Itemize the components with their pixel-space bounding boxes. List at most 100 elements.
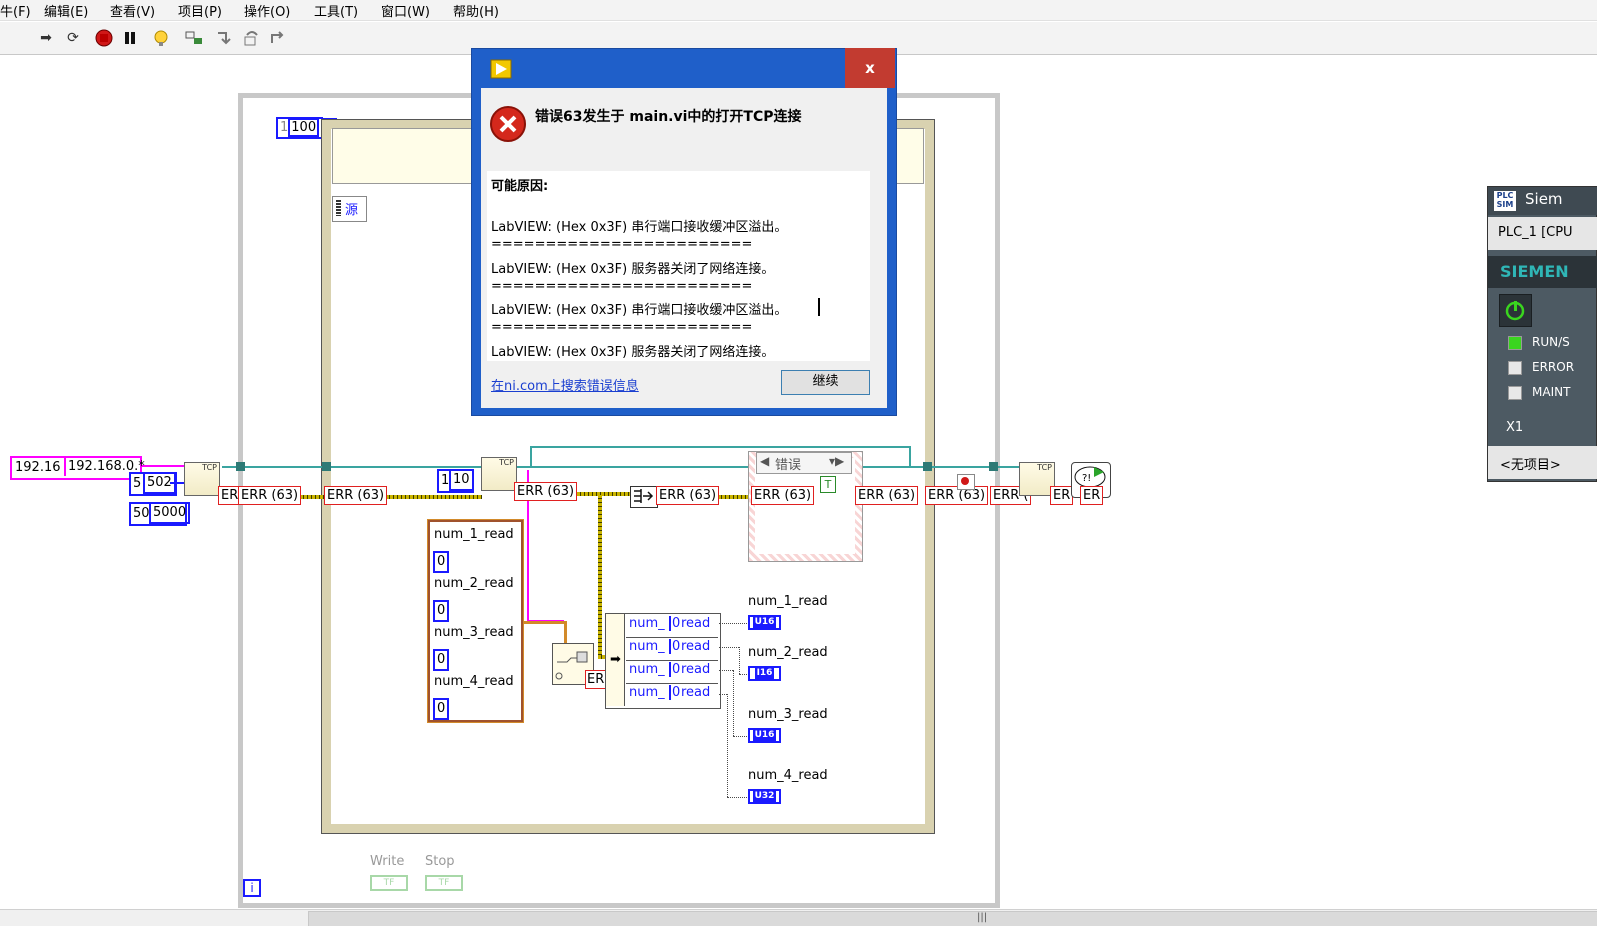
port-constant-5000[interactable]: 50 5000 [129, 502, 191, 526]
unbundle-field[interactable]: num_ 0 read [626, 614, 718, 638]
run-continuously-icon[interactable]: ⟳ [64, 29, 82, 47]
port-wire[interactable] [170, 482, 184, 484]
port-b-left: 50 [133, 506, 150, 521]
case-selector-dropdown-icon[interactable]: ▾▶ [829, 454, 844, 468]
case-selector-decrement-icon[interactable]: ◀ [760, 454, 769, 468]
indicator-num-2-read[interactable]: I16 [748, 666, 781, 681]
cluster-constant[interactable]: num_1_read 0 num_2_read 0 num_3_read 0 n… [427, 519, 524, 723]
case-selector[interactable]: ◀ 错误 ▾▶ [756, 452, 852, 474]
tcp-read-node[interactable]: TCP [481, 457, 517, 491]
numeric-wire[interactable] [733, 670, 734, 736]
pause-icon[interactable] [121, 29, 139, 47]
plcsim-project-bar[interactable]: <无项目> [1488, 446, 1597, 479]
indicator-num-1-read[interactable]: U16 [748, 615, 781, 630]
tunnel [923, 462, 932, 471]
tcp-ref-wire-down[interactable] [909, 446, 911, 466]
menu-operate[interactable]: 操作(O) [244, 1, 290, 20]
menu-file[interactable]: 牛(F) [0, 1, 31, 20]
numeric-wire[interactable] [719, 623, 747, 624]
numeric-wire[interactable] [727, 694, 728, 797]
error-label: ERR (63) [514, 482, 578, 501]
port-a-left: 5 [133, 476, 142, 491]
menu-window[interactable]: 窗口(W) [381, 1, 430, 20]
step-into-icon[interactable] [216, 29, 234, 47]
indicator-label: num_1_read [748, 594, 828, 609]
menu-help[interactable]: 帮助(H) [453, 1, 499, 20]
retain-wire-values-icon[interactable] [185, 29, 203, 47]
led-run-label: RUN/S [1532, 335, 1570, 349]
dialog-close-button[interactable]: x [845, 48, 895, 88]
cluster-field-value[interactable]: 0 [433, 551, 450, 573]
step-over-icon[interactable] [243, 29, 261, 47]
unbundle-field[interactable]: num_ 0 read [626, 660, 718, 684]
run-arrow-icon[interactable]: ➡ [37, 29, 55, 47]
source-terminal[interactable]: 源 [332, 196, 367, 222]
unbundle-by-name-node[interactable]: ➡ num_ 0 read num_ 0 read num_ 0 read num_ 0 rea… [605, 613, 721, 709]
tcp-ref-wire-riser[interactable] [530, 446, 532, 466]
cluster-wire[interactable] [522, 621, 566, 624]
source-label: 源 [345, 203, 359, 218]
scrollbar-thumb[interactable]: ||| [308, 911, 1597, 927]
plcsim-title-bar[interactable]: PLC SIM Siem [1488, 187, 1597, 215]
tcp-open-node[interactable]: TCP [184, 462, 220, 496]
highlight-execution-icon[interactable] [152, 29, 170, 47]
status-strip [0, 926, 1597, 943]
numeric-wire[interactable] [733, 736, 747, 737]
ip-address-constant[interactable]: 192.16 192.168.0.* [10, 456, 145, 480]
cluster-field-value[interactable]: 0 [433, 600, 450, 622]
ip-left-text: 192.16 [15, 460, 61, 475]
menu-edit[interactable]: 编辑(E) [44, 1, 88, 20]
unbundle-field-suffix: read [681, 639, 711, 654]
numeric-wire[interactable] [739, 647, 740, 674]
iteration-label: i [250, 881, 254, 895]
numeric-wire[interactable] [719, 670, 733, 671]
port-constant-502[interactable]: 5 502 [129, 472, 177, 496]
stop-condition-icon[interactable] [957, 474, 975, 490]
unbundle-field-prefix: num_ [629, 662, 665, 677]
error-wire[interactable] [386, 495, 482, 499]
dialog-message-area[interactable]: 可能原因: LabVIEW: (Hex 0x3F) 串行端口接收缓冲区溢出。 =… [487, 171, 870, 361]
unbundle-field-index: 0 [669, 616, 680, 631]
tcp-ref-wire-top[interactable] [530, 446, 910, 448]
loop-count-terminal[interactable]: 1 100 [276, 117, 324, 139]
menu-view[interactable]: 查看(V) [110, 1, 155, 20]
case-selector-label: 错误 [775, 458, 802, 473]
port-b-value[interactable]: 5000 [149, 502, 191, 524]
continue-button[interactable]: 继续 [781, 370, 870, 395]
merge-errors-node[interactable] [630, 486, 658, 508]
search-ni-link[interactable]: 在ni.com上搜索错误信息 [491, 375, 639, 394]
plcsim-brand-text: SIEMEN [1500, 262, 1569, 281]
timeout-value[interactable]: 10 [449, 469, 474, 491]
cluster-field-value[interactable]: 0 [433, 698, 450, 720]
indicator-num-4-read[interactable]: U32 [748, 789, 781, 804]
menu-tools[interactable]: 工具(T) [314, 1, 358, 20]
led-maint [1508, 386, 1522, 400]
write-boolean-control[interactable]: TF [370, 875, 408, 891]
error-label: ERR (63) [324, 486, 388, 505]
error-wire-vertical[interactable] [598, 495, 602, 658]
stop-boolean-control[interactable]: TF [425, 875, 463, 891]
tunnel [236, 462, 245, 471]
tunnel [989, 462, 998, 471]
error-wire[interactable] [577, 492, 633, 496]
numeric-wire[interactable] [719, 694, 727, 695]
timeout-constant[interactable]: 1 10 [437, 469, 474, 493]
unbundle-field[interactable]: num_ 0 read [626, 637, 718, 661]
power-button[interactable] [1499, 294, 1532, 327]
numeric-wire[interactable] [719, 647, 739, 648]
loop-count-value[interactable]: 100 [288, 118, 320, 137]
reason-line: LabVIEW: (Hex 0x3F) 串行端口接收缓冲区溢出。 [491, 220, 788, 235]
indicator-type: I16 [754, 668, 775, 679]
source-terminal-icon [336, 200, 341, 216]
cluster-field-value[interactable]: 0 [433, 649, 450, 671]
step-out-icon[interactable] [268, 29, 286, 47]
abort-icon[interactable] [95, 29, 113, 47]
led-run [1508, 336, 1522, 350]
unbundle-field[interactable]: num_ 0 read [626, 683, 718, 706]
indicator-type: U32 [752, 791, 777, 802]
numeric-wire[interactable] [727, 797, 747, 798]
bool-true-constant[interactable]: T [820, 476, 836, 493]
numeric-wire[interactable] [739, 674, 747, 675]
menu-project[interactable]: 项目(P) [178, 1, 222, 20]
indicator-num-3-read[interactable]: U16 [748, 728, 781, 743]
